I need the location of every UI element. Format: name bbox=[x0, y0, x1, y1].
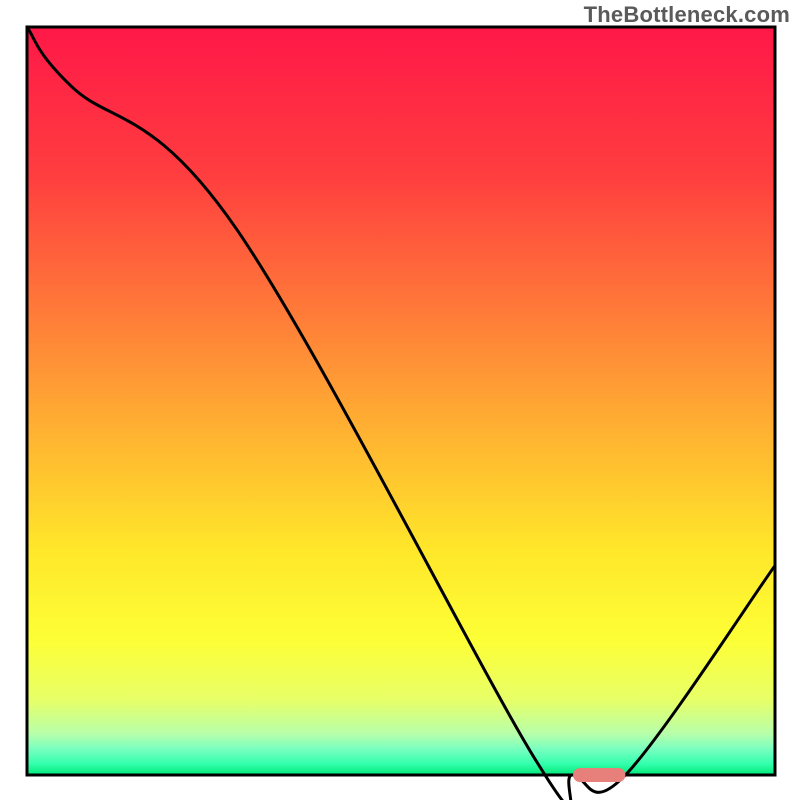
watermark-text: TheBottleneck.com bbox=[584, 2, 790, 28]
plot-background bbox=[27, 27, 775, 775]
optimal-marker bbox=[573, 768, 625, 782]
bottleneck-chart bbox=[0, 0, 800, 800]
